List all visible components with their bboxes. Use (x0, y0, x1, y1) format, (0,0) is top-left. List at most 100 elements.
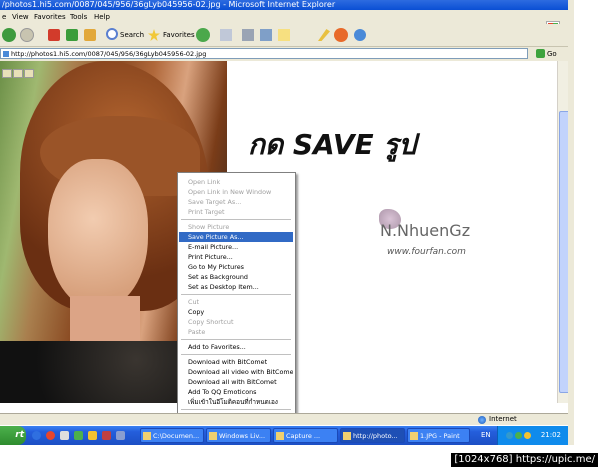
context-menu-item[interactable]: Add to Favorites... (179, 342, 293, 352)
start-button[interactable]: rt (0, 426, 26, 445)
window-border (568, 0, 574, 445)
image-toolbar (2, 63, 35, 82)
menu-view[interactable]: View (12, 10, 29, 24)
window-title: /photos1.hi5.com/0087/045/956/36gLyb0459… (2, 0, 336, 9)
address-input[interactable]: http://photos1.hi5.com/0087/045/956/36gL… (0, 48, 528, 59)
context-menu-item[interactable]: Add To QQ Emoticons (179, 387, 293, 397)
internet-zone-icon (478, 416, 486, 424)
address-bar: http://photos1.hi5.com/0087/045/956/36gL… (0, 47, 600, 61)
context-menu-item[interactable]: Set as Background (179, 272, 293, 282)
watermark-title: N.NhuenGz (380, 221, 471, 240)
print-image-icon[interactable] (13, 69, 23, 78)
search-icon[interactable] (106, 28, 118, 40)
context-menu-item[interactable]: Copy Shortcut (179, 317, 293, 327)
taskbar-app-icon (343, 432, 351, 440)
app-quicklaunch-icon[interactable] (116, 431, 125, 440)
context-menu-item[interactable]: Open Link in New Window (179, 187, 293, 197)
go-button[interactable]: Go (547, 47, 557, 61)
context-menu-item[interactable]: Print Picture... (179, 252, 293, 262)
menu-help[interactable]: Help (94, 10, 110, 24)
stop-icon[interactable] (48, 29, 60, 41)
context-menu-item[interactable]: Paste (179, 327, 293, 337)
search-button[interactable]: Search (120, 27, 144, 43)
context-menu-item[interactable]: Cut (179, 297, 293, 307)
taskbar-button-label: http://photo... (353, 432, 398, 440)
taskbar-button-label: C:\Documen... (153, 432, 200, 440)
bottom-margin: [1024x768] https://upic.me/ (0, 445, 600, 469)
messenger-quicklaunch-icon[interactable] (74, 431, 83, 440)
status-bar: Internet (0, 413, 568, 425)
page-icon (3, 51, 9, 57)
menu-tools[interactable]: Tools (70, 10, 87, 24)
people-icon[interactable] (354, 29, 366, 41)
context-menu-item[interactable]: Print Target (179, 207, 293, 217)
browser-window: /photos1.hi5.com/0087/045/956/36gLyb0459… (0, 0, 600, 469)
context-menu-item[interactable]: Download all with BitComet (179, 377, 293, 387)
go-arrow-icon[interactable] (536, 49, 545, 58)
discuss-icon[interactable] (278, 29, 290, 41)
context-menu-item[interactable]: Save Target As... (179, 197, 293, 207)
favorites-button[interactable]: Favorites (163, 27, 195, 43)
mail-image-icon[interactable] (24, 69, 34, 78)
desktop-quicklaunch-icon[interactable] (60, 431, 69, 440)
watermark-url: www.fourfan.com (387, 247, 466, 257)
taskbar-app-icon (276, 432, 284, 440)
context-menu-item[interactable]: เพิ่มเข้าในอีโมติคอนที่กำหนดเอง (179, 397, 293, 407)
history-icon[interactable] (196, 28, 210, 42)
taskbar-button[interactable]: http://photo... (340, 428, 405, 443)
context-menu-item[interactable]: Show Picture (179, 222, 293, 232)
home-icon[interactable] (84, 29, 96, 41)
taskbar-app-icon (410, 432, 418, 440)
pen-icon[interactable] (318, 29, 330, 41)
menu-separator (181, 219, 291, 220)
taskbar-button[interactable]: C:\Documen... (140, 428, 204, 443)
opera-quicklaunch-icon[interactable] (46, 431, 55, 440)
clock: 21:02 (540, 431, 561, 439)
instruction-text: กด SAVE รูป (248, 128, 417, 161)
taskbar-button-label: Capture ... (286, 432, 321, 440)
save-image-icon[interactable] (2, 69, 12, 78)
forward-icon[interactable] (20, 28, 34, 42)
context-menu-item[interactable]: Go to My Pictures (179, 262, 293, 272)
system-tray: 21:02 (497, 426, 569, 445)
media-quicklaunch-icon[interactable] (102, 431, 111, 440)
edit-icon[interactable] (260, 29, 272, 41)
context-menu-item[interactable]: Save Picture As... (179, 232, 293, 242)
context-menu-item[interactable]: E-mail Picture... (179, 242, 293, 252)
resolution-badge: [1024x768] https://upic.me/ (451, 453, 598, 467)
menu-bar: e View Favorites Tools Help (0, 10, 600, 35)
mail-icon[interactable] (220, 29, 232, 41)
menu-favorites[interactable]: Favorites (34, 10, 66, 24)
taskbar-app-icon (143, 432, 151, 440)
messenger-icon[interactable] (334, 28, 348, 42)
taskbar-button-label: 1.JPG - Paint (420, 432, 460, 440)
title-bar[interactable]: /photos1.hi5.com/0087/045/956/36gLyb0459… (0, 0, 600, 10)
menu-edit[interactable]: e (2, 10, 6, 24)
context-menu-item[interactable]: Download all video with BitComet (179, 367, 293, 377)
back-icon[interactable] (2, 28, 16, 42)
menu-separator (181, 339, 291, 340)
refresh-icon[interactable] (66, 29, 78, 41)
context-menu-item[interactable]: Set as Desktop Item... (179, 282, 293, 292)
toolbar: Search Favorites (0, 24, 600, 47)
taskbar-button-label: Windows Liv... (219, 432, 266, 440)
photo-face (48, 159, 148, 309)
zone-label: Internet (489, 415, 517, 423)
folder-quicklaunch-icon[interactable] (88, 431, 97, 440)
taskbar-button[interactable]: Windows Liv... (206, 428, 271, 443)
print-icon[interactable] (242, 29, 254, 41)
context-menu-item[interactable]: Download with BitComet (179, 357, 293, 367)
taskbar-button[interactable]: Capture ... (273, 428, 338, 443)
context-menu: Open Link Open Link in New Window Save Tar… (177, 172, 296, 421)
address-url: http://photos1.hi5.com/0087/045/956/36gL… (11, 50, 207, 58)
menu-separator (181, 294, 291, 295)
context-menu-item[interactable]: Copy (179, 307, 293, 317)
ie-quicklaunch-icon[interactable] (32, 431, 41, 440)
favorites-star-icon[interactable] (148, 29, 160, 41)
taskbar: rt C:\Documen... Windows Liv... Capture ..… (0, 426, 569, 445)
taskbar-app-icon (209, 432, 217, 440)
menu-separator (181, 354, 291, 355)
taskbar-button[interactable]: 1.JPG - Paint (407, 428, 470, 443)
context-menu-item[interactable]: Open Link (179, 177, 293, 187)
language-indicator[interactable]: EN (481, 426, 491, 445)
